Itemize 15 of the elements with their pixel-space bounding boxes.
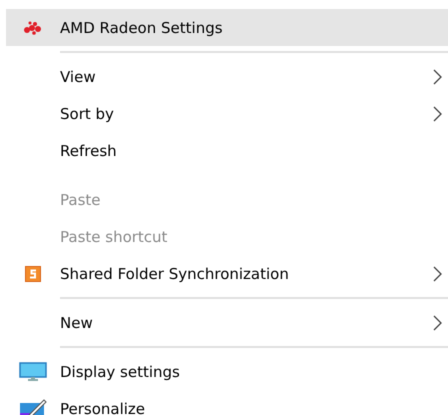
letter-s-icon — [25, 266, 41, 282]
chevron-right-icon — [433, 314, 442, 330]
menu-item[interactable]: AMD Radeon Settings — [6, 9, 448, 46]
dots-icon — [23, 20, 43, 34]
menu-item[interactable]: Personalize — [6, 390, 448, 415]
menu-item[interactable]: Shared Folder Synchronization — [6, 255, 448, 292]
menu-item[interactable]: Display settings — [6, 353, 448, 390]
chevron-right-icon — [433, 68, 442, 84]
menu-item[interactable]: View — [6, 58, 448, 95]
menu-item[interactable]: Sort by — [6, 95, 448, 132]
menu-item[interactable]: New — [6, 304, 448, 341]
menu-item[interactable]: Refresh — [6, 132, 448, 169]
chevron-right-icon — [433, 266, 442, 282]
monitor-icon — [19, 362, 47, 382]
chevron-right-icon — [433, 106, 442, 122]
